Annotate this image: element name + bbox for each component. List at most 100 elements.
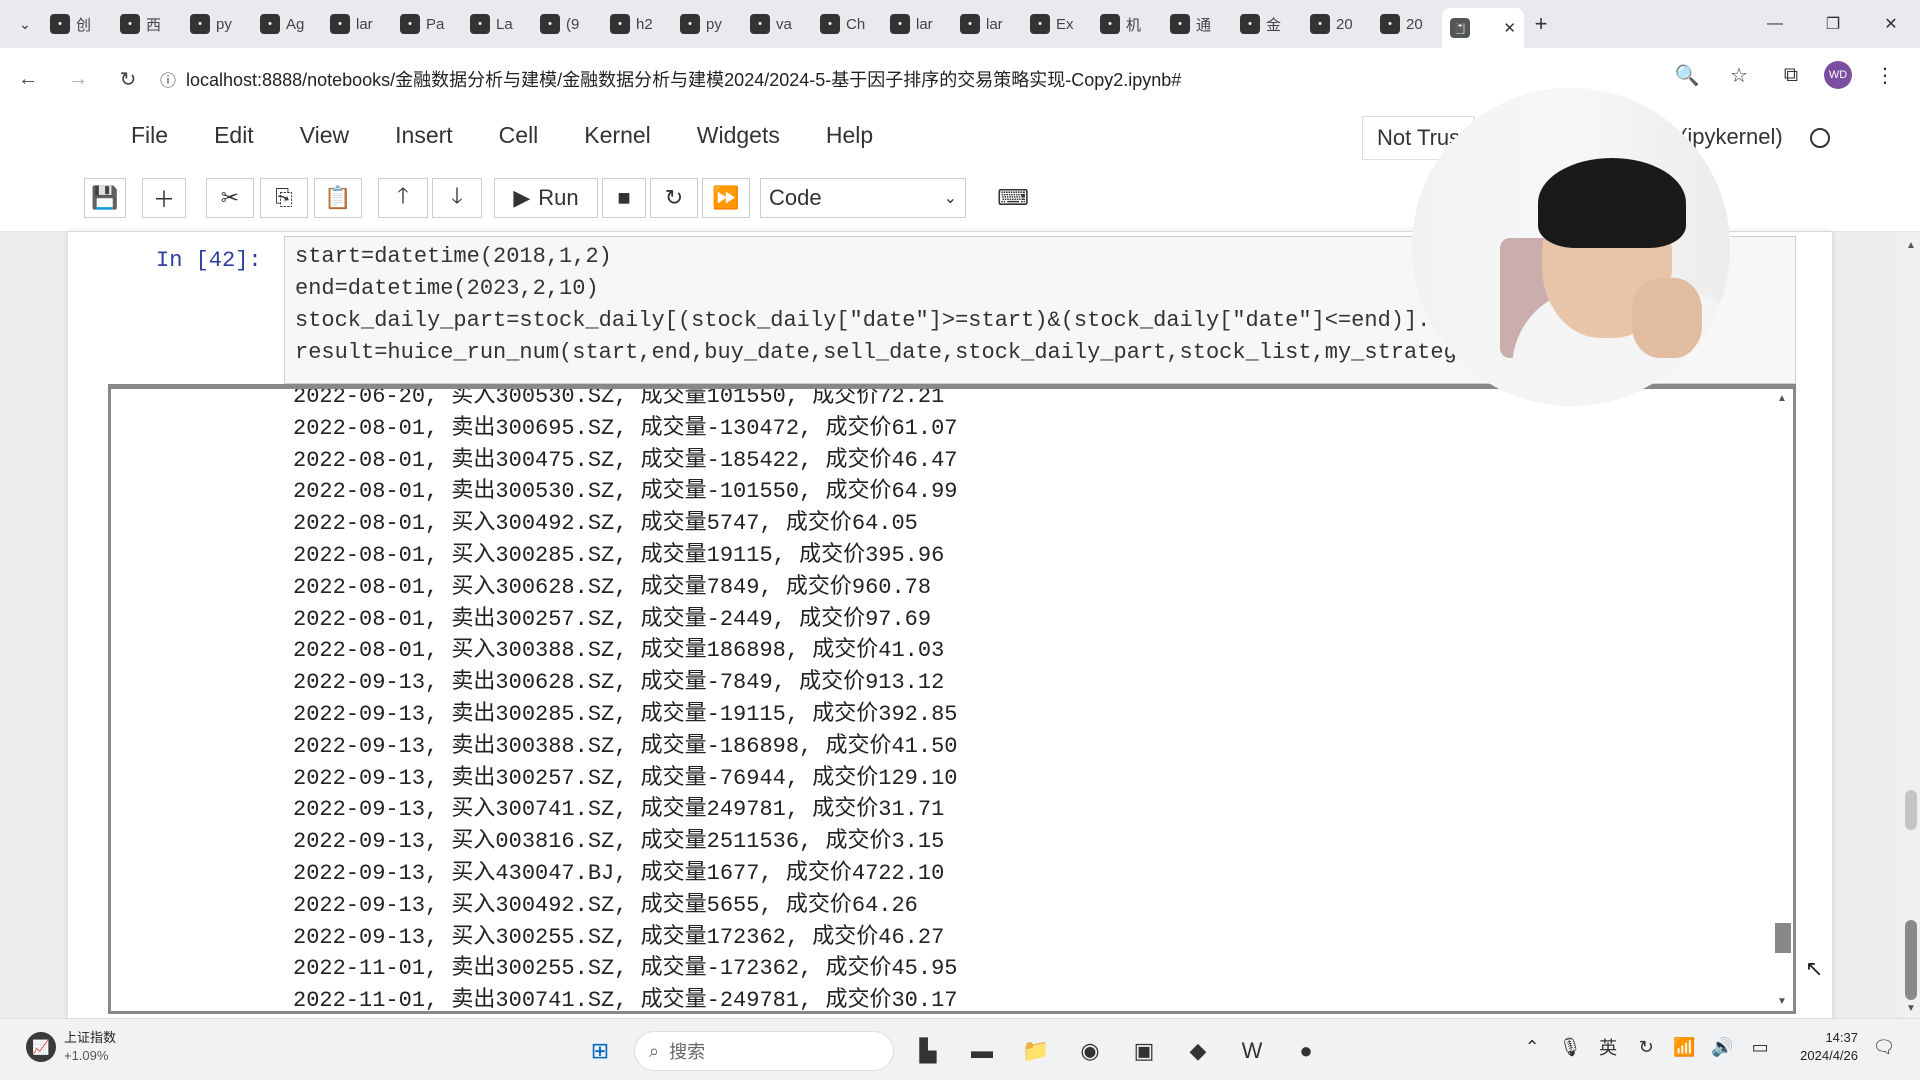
cell-output[interactable]: 2022-06-20, 买入300530.SZ, 成交量101550, 成交价7… <box>108 384 1796 1014</box>
jupyter-icon: • <box>1310 14 1330 34</box>
browser-menu-icon[interactable]: ⋮ <box>1866 56 1904 94</box>
move-down-icon[interactable]: 🡓 <box>432 178 482 218</box>
ime-icon[interactable]: 英 <box>1596 1034 1620 1060</box>
chrome-icon: • <box>120 14 140 34</box>
menu-insert[interactable]: Insert <box>372 122 476 149</box>
powershell-icon[interactable]: ▣ <box>1124 1031 1164 1071</box>
run-button[interactable]: ▶ Run <box>494 178 598 218</box>
battery-icon[interactable]: ▭ <box>1748 1037 1772 1058</box>
menu-view[interactable]: View <box>277 122 372 149</box>
volume-icon[interactable]: 🔊 <box>1710 1037 1734 1058</box>
browser-tab[interactable]: • 通 <box>1162 7 1232 41</box>
tab-active[interactable]: 📓 ✕ <box>1442 8 1524 48</box>
forward-icon[interactable]: → <box>56 57 100 101</box>
page-scroll-thumb[interactable] <box>1905 920 1917 1000</box>
page-scroll-up-icon[interactable]: ▲ <box>1906 240 1916 251</box>
browser-tab[interactable]: • 机 <box>1092 7 1162 41</box>
stock-name: 上证指数 <box>64 1030 117 1045</box>
tab-title: py <box>706 15 722 33</box>
menu-file[interactable]: File <box>108 122 191 149</box>
browser-tab[interactable]: • La <box>462 7 532 41</box>
wps-icon[interactable]: W <box>1232 1031 1272 1071</box>
file-explorer-icon[interactable]: 📁 <box>1016 1031 1056 1071</box>
menu-cell[interactable]: Cell <box>476 122 562 149</box>
save-icon[interactable]: 💾 <box>84 178 126 218</box>
wifi-icon[interactable]: 📶 <box>1672 1037 1696 1058</box>
cut-icon[interactable]: ✂ <box>206 178 254 218</box>
scroll-up-icon[interactable]: ▲ <box>1777 393 1787 404</box>
extensions-icon[interactable]: ⧉ <box>1772 56 1810 94</box>
page-scrollbar[interactable]: ▲ ▼ <box>1902 232 1920 1018</box>
app-icon[interactable]: ◆ <box>1178 1031 1218 1071</box>
output-line: 2022-08-01, 买入300285.SZ, 成交量19115, 成交价39… <box>293 542 945 568</box>
browser-tab[interactable]: • 20 <box>1372 7 1442 41</box>
terminal-icon[interactable]: ▬ <box>962 1031 1002 1071</box>
menu-edit[interactable]: Edit <box>191 122 277 149</box>
output-line: 2022-08-01, 买入300388.SZ, 成交量186898, 成交价4… <box>293 638 945 664</box>
widgets-icon[interactable]: ▙ <box>908 1031 948 1071</box>
tab-title: 金 <box>1266 16 1282 34</box>
restart-icon[interactable]: ↻ <box>650 178 698 218</box>
browser-tab[interactable]: • lar <box>952 7 1022 41</box>
output-line: 2022-06-20, 买入300530.SZ, 成交量101550, 成交价7… <box>293 384 945 409</box>
browser-tab[interactable]: • py <box>672 7 742 41</box>
browser-tab[interactable]: • Pa <box>392 7 462 41</box>
close-window-icon[interactable]: ✕ <box>1862 0 1920 48</box>
restore-icon[interactable]: ❐ <box>1804 0 1862 48</box>
avatar-icon: • <box>1030 14 1050 34</box>
clock[interactable]: 14:37 2024/4/26 <box>1800 1029 1858 1065</box>
site-info-icon[interactable]: ⓘ <box>160 67 176 91</box>
move-up-icon[interactable]: 🡑 <box>378 178 428 218</box>
jupyter-icon: • <box>1380 14 1400 34</box>
minimize-icon[interactable]: — <box>1746 0 1804 48</box>
profile-avatar[interactable]: WD <box>1824 61 1852 89</box>
output-scroll-thumb[interactable] <box>1775 923 1791 953</box>
browser-tab[interactable]: • py <box>182 7 252 41</box>
browser-tab[interactable]: • 20 <box>1302 7 1372 41</box>
cell-type-select[interactable]: Code ⌄ <box>760 178 966 218</box>
output-line: 2022-08-01, 买入300492.SZ, 成交量5747, 成交价64.… <box>293 511 918 537</box>
browser-tab[interactable]: • lar <box>322 7 392 41</box>
chevron-up-icon[interactable]: ⌃ <box>1520 1037 1544 1058</box>
browser-tab[interactable]: • 创 <box>42 7 112 41</box>
taskbar-search[interactable]: ⌕ 搜索 <box>634 1031 894 1071</box>
reload-icon[interactable]: ↻ <box>106 57 150 101</box>
browser-tab[interactable]: • lar <box>882 7 952 41</box>
browser-tab[interactable]: • 金 <box>1232 7 1302 41</box>
scroll-down-icon[interactable]: ▼ <box>1777 996 1787 1007</box>
tab-title: 20 <box>1406 15 1423 33</box>
play-icon: ▶ <box>513 185 531 210</box>
back-icon[interactable]: ← <box>6 57 50 101</box>
browser-tab[interactable]: • Ag <box>252 7 322 41</box>
chrome-icon[interactable]: ◉ <box>1070 1031 1110 1071</box>
insert-cell-icon[interactable]: ＋ <box>142 178 186 218</box>
page-scroll-down-icon[interactable]: ▼ <box>1906 1003 1916 1014</box>
notification-icon[interactable]: 🗨 <box>1872 1037 1896 1058</box>
menu-help[interactable]: Help <box>803 122 896 149</box>
recorder-icon[interactable]: ● <box>1286 1031 1326 1071</box>
microphone-icon[interactable]: 🎙 <box>1558 1037 1582 1058</box>
browser-tab[interactable]: • Ex <box>1022 7 1092 41</box>
restart-run-all-icon[interactable]: ⏩ <box>702 178 750 218</box>
start-icon[interactable]: ⊞ <box>580 1031 620 1071</box>
output-scrollbar[interactable]: ▲ ▼ <box>1773 389 1793 1011</box>
tab-close-icon[interactable]: ✕ <box>1503 19 1516 37</box>
browser-tab[interactable]: • h2 <box>602 7 672 41</box>
browser-tab[interactable]: • 西 <box>112 7 182 41</box>
output-line: 2022-11-01, 卖出300741.SZ, 成交量-249781, 成交价… <box>293 988 958 1014</box>
browser-tab[interactable]: • (9 <box>532 7 602 41</box>
browser-tab[interactable]: • Ch <box>812 7 882 41</box>
keyboard-icon[interactable]: ⌨ <box>990 178 1036 218</box>
menu-kernel[interactable]: Kernel <box>561 122 673 149</box>
person-hand <box>1632 278 1702 358</box>
browser-tab[interactable]: • va <box>742 7 812 41</box>
copy-icon[interactable]: ⎘ <box>260 178 308 218</box>
interrupt-icon[interactable]: ■ <box>602 178 646 218</box>
paste-icon[interactable]: 📋 <box>314 178 362 218</box>
address-bar[interactable]: ⓘ localhost:8888/notebooks/金融数据分析与建模/金融数… <box>160 59 1181 99</box>
new-tab-button[interactable]: + <box>1524 7 1558 41</box>
tab-search-dropdown-icon[interactable]: ⌄ <box>8 7 42 41</box>
menu-widgets[interactable]: Widgets <box>674 122 803 149</box>
sync-icon[interactable]: ↻ <box>1634 1037 1658 1058</box>
stock-widget[interactable]: 📈 上证指数 +1.09% <box>26 1029 116 1065</box>
